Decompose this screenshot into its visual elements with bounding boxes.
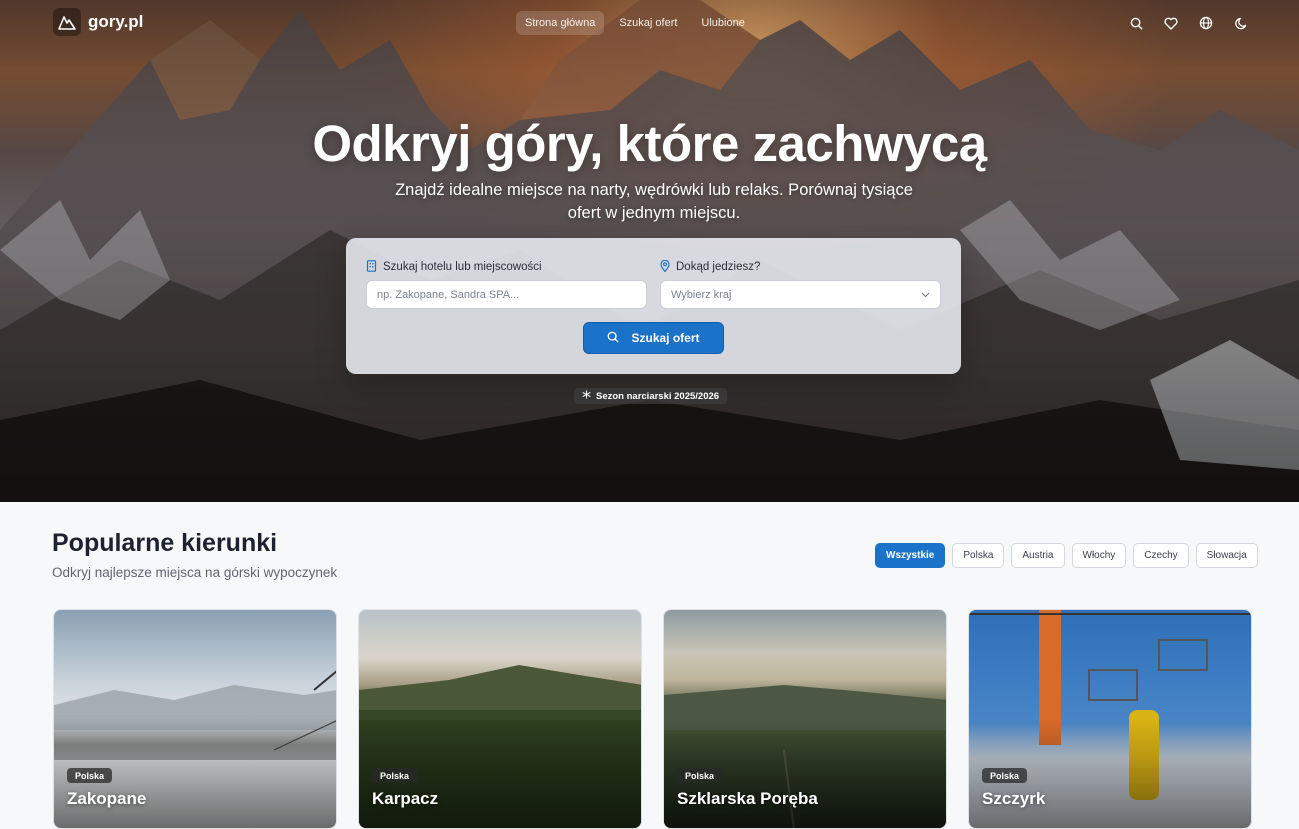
brand-name: gory.pl	[88, 12, 144, 31]
section-title: Popularne kierunki	[52, 529, 278, 557]
mountain-logo-icon	[53, 8, 81, 36]
filter-italy[interactable]: Włochy	[1071, 543, 1127, 568]
chevron-down-icon	[921, 289, 930, 301]
search-offers-button[interactable]: Szukaj ofert	[583, 322, 724, 354]
country-select-value: Wybierz kraj	[671, 288, 732, 301]
snowflake-icon	[582, 390, 591, 402]
search-offers-label: Szukaj ofert	[631, 331, 700, 345]
globe-icon[interactable]	[1197, 14, 1215, 32]
popular-destinations-section: Popularne kierunki Odkryj najlepsze miej…	[0, 502, 1299, 829]
search-icon[interactable]	[1127, 14, 1145, 32]
hotel-search-label-row: Szukaj hotelu lub miejscowości	[366, 259, 647, 275]
filter-austria[interactable]: Austria	[1011, 543, 1065, 568]
brand-logo[interactable]: gory.pl	[53, 8, 143, 36]
country-filters: Wszystkie Polska Austria Włochy Czechy S…	[875, 543, 1258, 568]
filter-czechia[interactable]: Czechy	[1133, 543, 1189, 568]
hotel-search-field: Szukaj hotelu lub miejscowości np. Zakop…	[366, 259, 647, 309]
map-pin-icon	[660, 259, 670, 275]
country-badge: Polska	[982, 768, 1028, 783]
destination-card-zakopane[interactable]: Polska Zakopane	[53, 609, 337, 829]
destination-label-row: Dokąd jedziesz?	[660, 259, 941, 275]
nav-link-home[interactable]: Strona główna	[516, 11, 605, 35]
destination-name: Karpacz	[372, 789, 439, 808]
filter-slovakia[interactable]: Słowacja	[1195, 543, 1258, 568]
filter-poland[interactable]: Polska	[952, 543, 1005, 568]
moon-icon[interactable]	[1232, 14, 1250, 32]
hero-section: gory.pl Strona główna Szukaj ofert Ulubi…	[0, 0, 1299, 502]
hotel-search-placeholder: np. Zakopane, Sandra SPA...	[377, 288, 520, 301]
hero-title: Odkryj góry, które zachwycą	[312, 115, 987, 172]
country-select[interactable]: Wybierz kraj	[660, 280, 941, 309]
destination-name: Zakopane	[67, 789, 147, 808]
nav-link-search-offers[interactable]: Szukaj ofert	[610, 11, 686, 35]
filter-all[interactable]: Wszystkie	[875, 543, 946, 568]
country-badge: Polska	[677, 768, 723, 783]
destination-card-szczyrk[interactable]: Polska Szczyrk	[968, 609, 1252, 829]
nav-links: Strona główna Szukaj ofert Ulubione	[516, 11, 754, 35]
building-icon	[366, 259, 377, 275]
hotel-search-label: Szukaj hotelu lub miejscowości	[383, 261, 542, 273]
destination-cards: Polska Zakopane Polska Karpacz Polska Sz…	[53, 609, 1252, 829]
destination-card-karpacz[interactable]: Polska Karpacz	[358, 609, 642, 829]
section-subtitle: Odkryj najlepsze miejsca na górski wypoc…	[52, 565, 338, 580]
search-panel: Szukaj hotelu lub miejscowości np. Zakop…	[346, 238, 961, 374]
nav-link-favorites[interactable]: Ulubione	[692, 11, 753, 35]
hotel-search-input[interactable]: np. Zakopane, Sandra SPA...	[366, 280, 647, 309]
destination-name: Szklarska Poręba	[677, 789, 818, 808]
top-navbar: gory.pl Strona główna Szukaj ofert Ulubi…	[0, 0, 1299, 46]
hero-subtitle: Znajdź idealne miejsce na narty, wędrówk…	[395, 181, 913, 222]
search-icon	[607, 331, 620, 346]
season-badge: Sezon narciarski 2025/2026	[574, 388, 728, 404]
heart-icon[interactable]	[1162, 14, 1180, 32]
destination-field: Dokąd jedziesz? Wybierz kraj	[660, 259, 941, 309]
country-badge: Polska	[67, 768, 113, 783]
destination-name: Szczyrk	[982, 789, 1046, 808]
season-badge-label: Sezon narciarski 2025/2026	[596, 390, 720, 402]
country-badge: Polska	[372, 768, 418, 783]
nav-icons	[1127, 14, 1250, 32]
destination-label: Dokąd jedziesz?	[676, 261, 761, 273]
destination-card-szklarska-poreba[interactable]: Polska Szklarska Poręba	[663, 609, 947, 829]
